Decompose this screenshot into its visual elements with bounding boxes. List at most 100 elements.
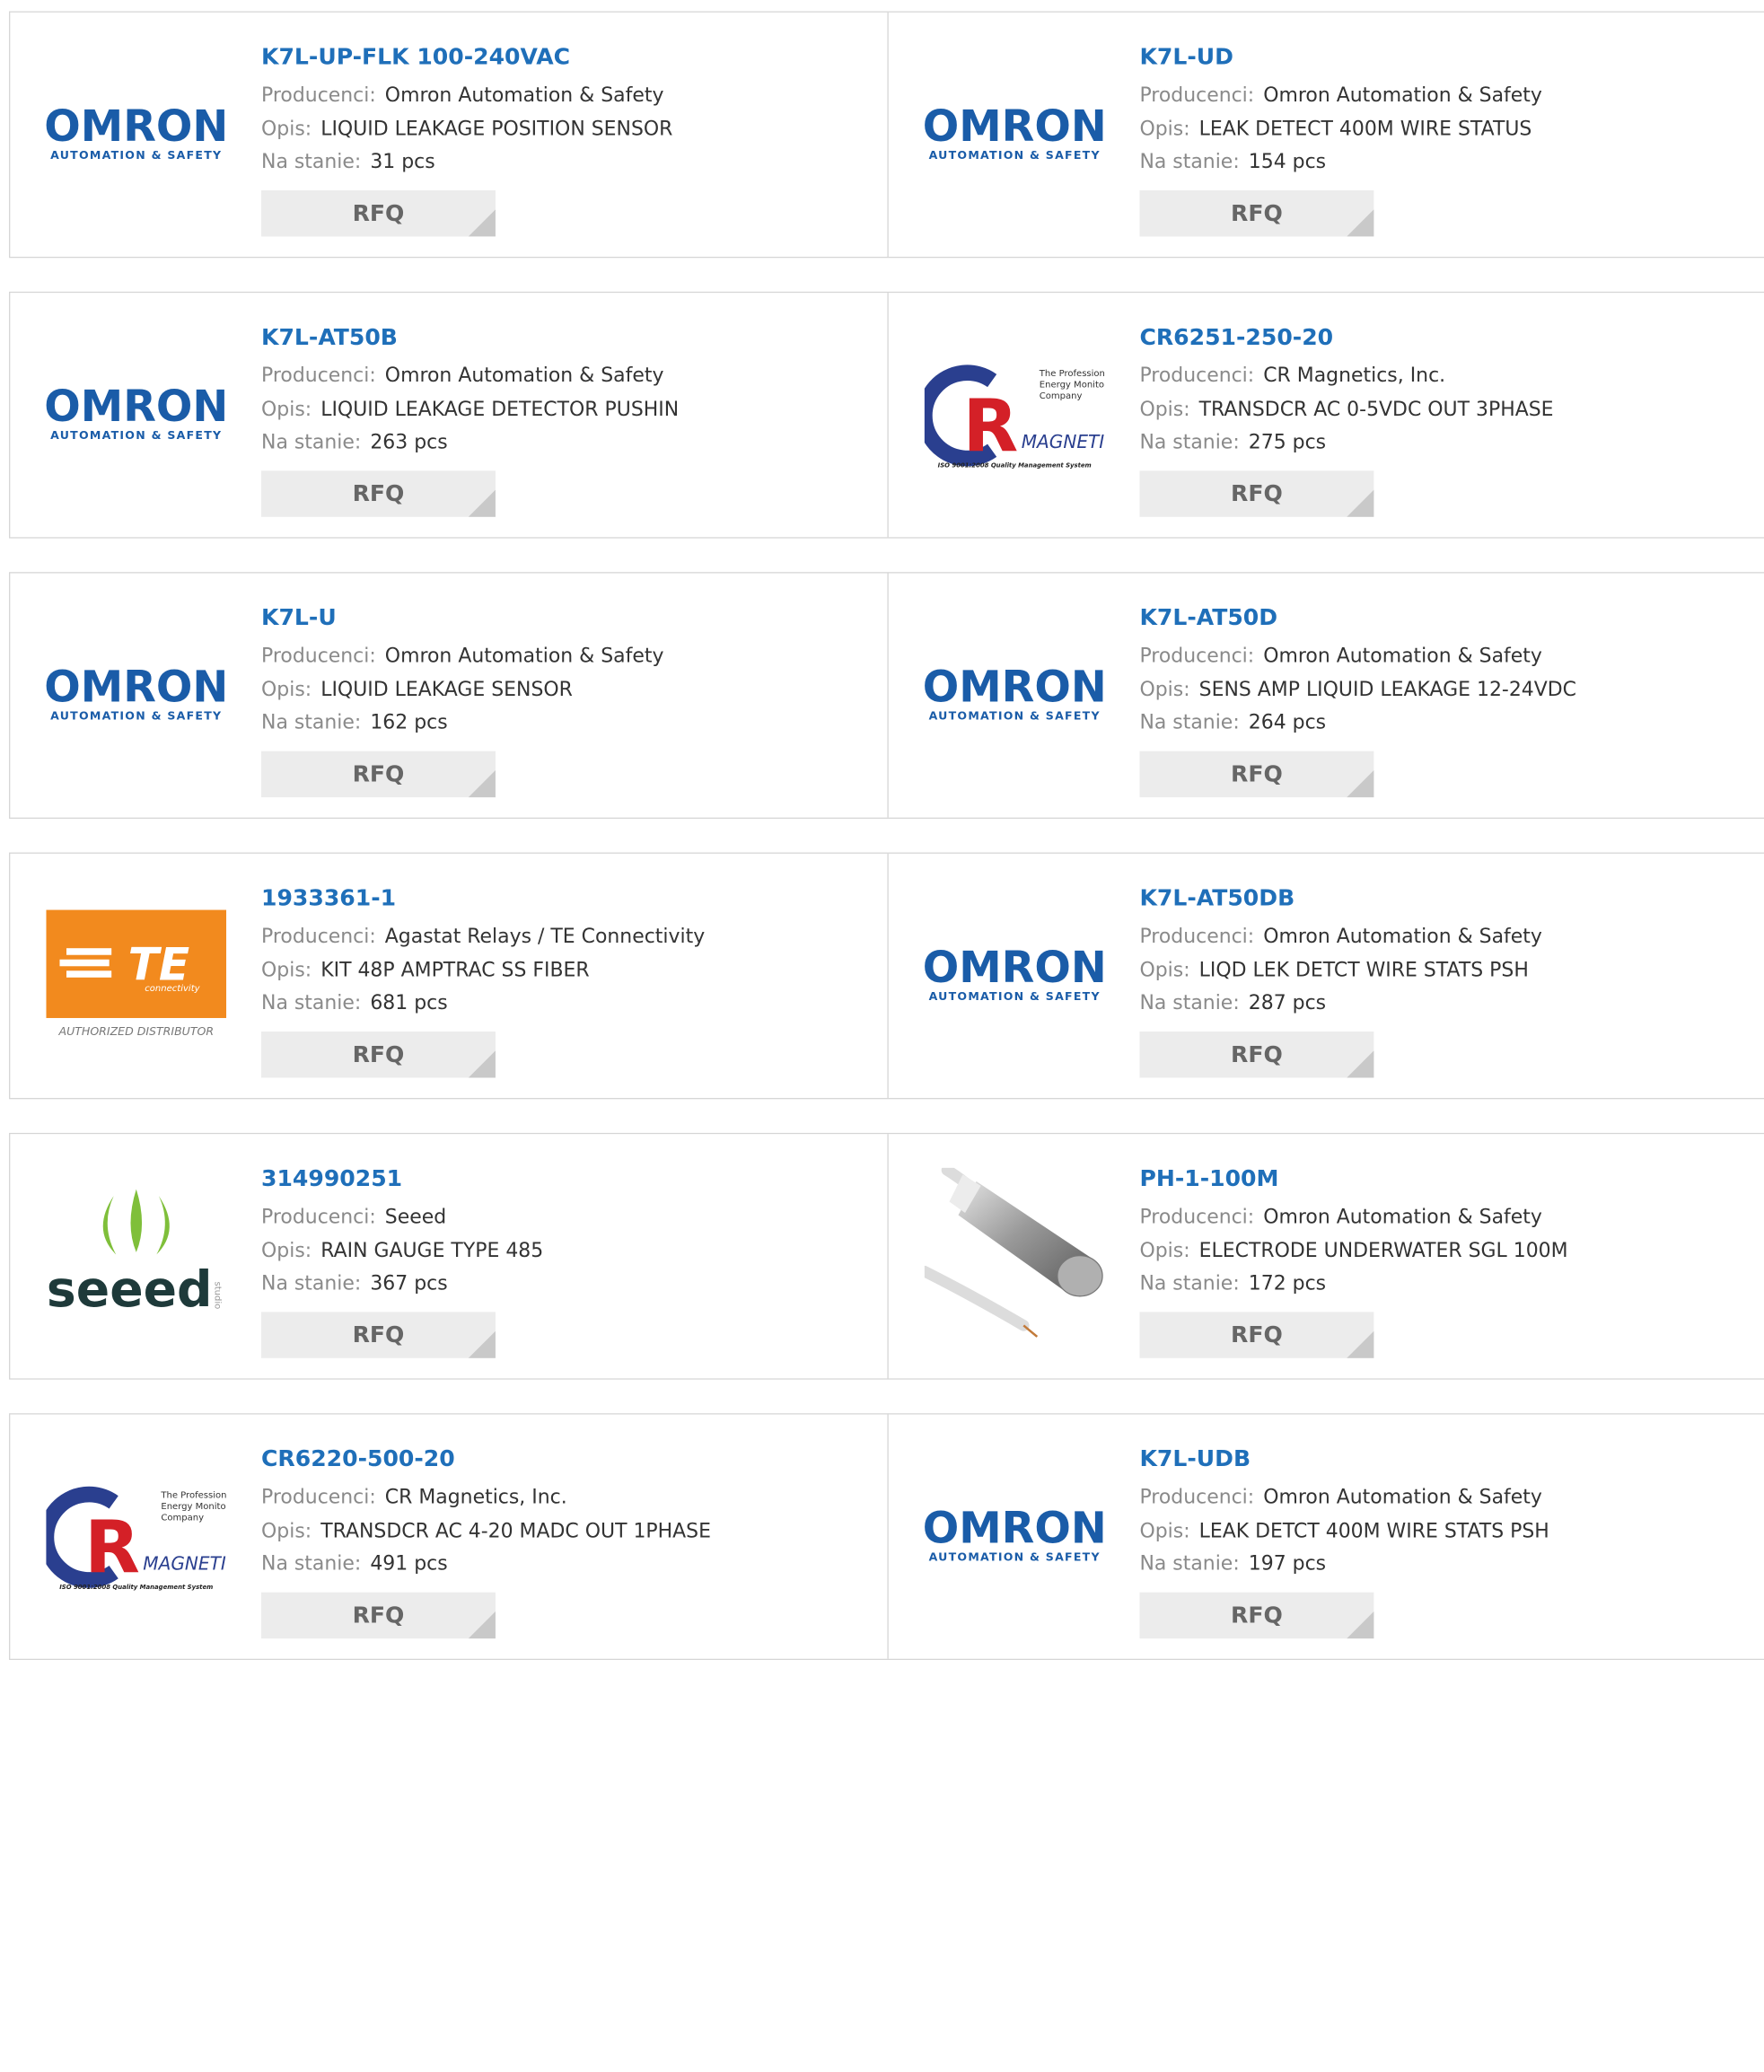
rfq-button[interactable]: RFQ — [261, 1592, 496, 1638]
omron-logo: OMRON AUTOMATION & SAFETY — [925, 1460, 1105, 1618]
description-value: RAIN GAUGE TYPE 485 — [320, 1239, 544, 1262]
rfq-button[interactable]: RFQ — [261, 1311, 496, 1358]
stock-label: Na stanie: — [261, 711, 362, 734]
description-value: LIQUID LEAKAGE DETECTOR PUSHIN — [320, 398, 680, 421]
svg-text:OMRON: OMRON — [925, 663, 1105, 713]
svg-text:OMRON: OMRON — [925, 1505, 1105, 1554]
description-label: Opis: — [1139, 1239, 1190, 1262]
manufacturer-label: Producenci: — [1139, 364, 1255, 388]
description-label: Opis: — [1139, 118, 1190, 141]
description-value: LEAK DETCT 400M WIRE STATS PSH — [1198, 1519, 1549, 1542]
product-row: TE connectivity AUTHORIZED DISTRIBUTOR 1… — [9, 852, 1764, 1100]
part-number-link[interactable]: PH-1-100M — [1139, 1163, 1753, 1193]
product-card: seeed studio 314990251 Producenci: Seeed … — [10, 1134, 887, 1378]
manufacturer-value: Omron Automation & Safety — [384, 364, 664, 388]
stock-value: 287 pcs — [1248, 992, 1327, 1015]
description-value: LIQUID LEAKAGE SENSOR — [320, 678, 573, 701]
manufacturer-label: Producenci: — [1139, 1486, 1255, 1509]
stock-label: Na stanie: — [1139, 711, 1240, 734]
part-number-link[interactable]: K7L-U — [261, 602, 876, 632]
stock-label: Na stanie: — [261, 1272, 362, 1295]
part-number-link[interactable]: CR6251-250-20 — [1139, 322, 1753, 352]
product-card: OMRON AUTOMATION & SAFETY K7L-AT50B Prod… — [10, 293, 887, 537]
svg-text:R: R — [963, 383, 1019, 468]
product-row: seeed studio 314990251 Producenci: Seeed … — [9, 1132, 1764, 1380]
product-card: OMRON AUTOMATION & SAFETY K7L-AT50DB Pro… — [887, 853, 1764, 1099]
svg-text:ISO 9001:2008 Quality Manageme: ISO 9001:2008 Quality Management System — [938, 462, 1092, 470]
description-label: Opis: — [261, 118, 312, 141]
svg-text:connectivity: connectivity — [145, 984, 200, 994]
manufacturer-label: Producenci: — [261, 1486, 376, 1509]
rfq-button[interactable]: RFQ — [261, 470, 496, 517]
stock-value: 263 pcs — [370, 431, 448, 454]
stock-value: 172 pcs — [1248, 1272, 1327, 1295]
stock-label: Na stanie: — [1139, 431, 1240, 454]
description-value: TRANSDCR AC 4-20 MADC OUT 1PHASE — [320, 1519, 711, 1542]
svg-text:AUTOMATION & SAFETY: AUTOMATION & SAFETY — [929, 1550, 1101, 1564]
manufacturer-label: Producenci: — [261, 84, 376, 108]
svg-text:Energy Monitoring: Energy Monitoring — [161, 1502, 226, 1512]
te-connectivity-logo: TE connectivity AUTHORIZED DISTRIBUTOR — [46, 899, 227, 1057]
rfq-button[interactable]: RFQ — [261, 189, 496, 236]
product-row: OMRON AUTOMATION & SAFETY K7L-AT50B Prod… — [9, 291, 1764, 539]
description-label: Opis: — [261, 398, 312, 421]
rfq-button[interactable]: RFQ — [1139, 1311, 1374, 1358]
manufacturer-value: Omron Automation & Safety — [1263, 1206, 1542, 1229]
part-number-link[interactable]: 1933361-1 — [261, 882, 876, 912]
cr-magnetics-logo: R The Professional Energy Monitoring Com… — [924, 338, 1105, 496]
rfq-button[interactable]: RFQ — [1139, 189, 1374, 236]
part-number-link[interactable]: 314990251 — [261, 1163, 876, 1193]
product-card: TE connectivity AUTHORIZED DISTRIBUTOR 1… — [10, 854, 887, 1098]
seeed-logo: seeed studio — [46, 1179, 226, 1337]
manufacturer-value: Seeed — [384, 1206, 447, 1229]
omron-logo: OMRON AUTOMATION & SAFETY — [925, 57, 1105, 215]
part-number-link[interactable]: K7L-UDB — [1139, 1444, 1753, 1473]
part-number-link[interactable]: CR6220-500-20 — [261, 1444, 876, 1473]
manufacturer-value: Omron Automation & Safety — [1263, 1486, 1542, 1509]
description-label: Opis: — [1139, 678, 1190, 701]
description-value: LEAK DETECT 400M WIRE STATUS — [1198, 118, 1532, 141]
manufacturer-value: Omron Automation & Safety — [1263, 926, 1542, 949]
product-card: R The Professional Energy Monitoring Com… — [887, 293, 1764, 538]
product-card: OMRON AUTOMATION & SAFETY K7L-UDB Produc… — [887, 1414, 1764, 1659]
rfq-button[interactable]: RFQ — [1139, 751, 1374, 797]
stock-value: 367 pcs — [370, 1272, 448, 1295]
svg-text:MAGNETICS: MAGNETICS — [1022, 431, 1105, 452]
svg-text:Company: Company — [161, 1513, 204, 1523]
part-number-link[interactable]: K7L-AT50D — [1139, 602, 1753, 632]
part-number-link[interactable]: K7L-UD — [1139, 41, 1753, 71]
manufacturer-value: Omron Automation & Safety — [1263, 84, 1542, 108]
rfq-button[interactable]: RFQ — [1139, 1031, 1374, 1077]
rfq-button[interactable]: RFQ — [261, 751, 496, 797]
manufacturer-value: Omron Automation & Safety — [384, 84, 664, 108]
stock-value: 264 pcs — [1248, 711, 1327, 734]
description-value: ELECTRODE UNDERWATER SGL 100M — [1198, 1239, 1568, 1262]
manufacturer-value: CR Magnetics, Inc. — [1263, 364, 1446, 388]
stock-label: Na stanie: — [1139, 1272, 1240, 1295]
manufacturer-label: Producenci: — [1139, 926, 1255, 949]
rfq-button[interactable]: RFQ — [261, 1031, 496, 1077]
svg-text:MAGNETICS: MAGNETICS — [143, 1553, 226, 1575]
product-row: R The Professional Energy Monitoring Com… — [9, 1413, 1764, 1660]
svg-text:AUTOMATION & SAFETY: AUTOMATION & SAFETY — [929, 148, 1101, 162]
part-number-link[interactable]: K7L-AT50B — [261, 322, 876, 352]
description-value: TRANSDCR AC 0-5VDC OUT 3PHASE — [1198, 398, 1554, 421]
electrode-product-image — [924, 1167, 1105, 1348]
omron-logo: OMRON AUTOMATION & SAFETY — [925, 619, 1105, 777]
svg-text:studio: studio — [213, 1282, 223, 1310]
stock-value: 681 pcs — [370, 992, 448, 1015]
rfq-button[interactable]: RFQ — [1139, 1592, 1374, 1638]
svg-text:Energy Monitoring: Energy Monitoring — [1040, 381, 1105, 391]
svg-text:OMRON: OMRON — [46, 382, 226, 432]
description-label: Opis: — [1139, 398, 1190, 421]
stock-value: 154 pcs — [1248, 151, 1327, 174]
rfq-button[interactable]: RFQ — [1139, 470, 1374, 517]
description-label: Opis: — [1139, 959, 1190, 982]
product-list: OMRON AUTOMATION & SAFETY K7L-UP-FLK 100… — [0, 0, 1764, 2072]
product-card: PH-1-100M Producenci: Omron Automation & … — [887, 1134, 1764, 1379]
part-number-link[interactable]: K7L-UP-FLK 100-240VAC — [261, 41, 876, 71]
omron-logo: OMRON AUTOMATION & SAFETY — [46, 57, 226, 215]
svg-text:AUTOMATION & SAFETY: AUTOMATION & SAFETY — [50, 428, 222, 442]
stock-label: Na stanie: — [1139, 992, 1240, 1015]
part-number-link[interactable]: K7L-AT50DB — [1139, 882, 1753, 912]
